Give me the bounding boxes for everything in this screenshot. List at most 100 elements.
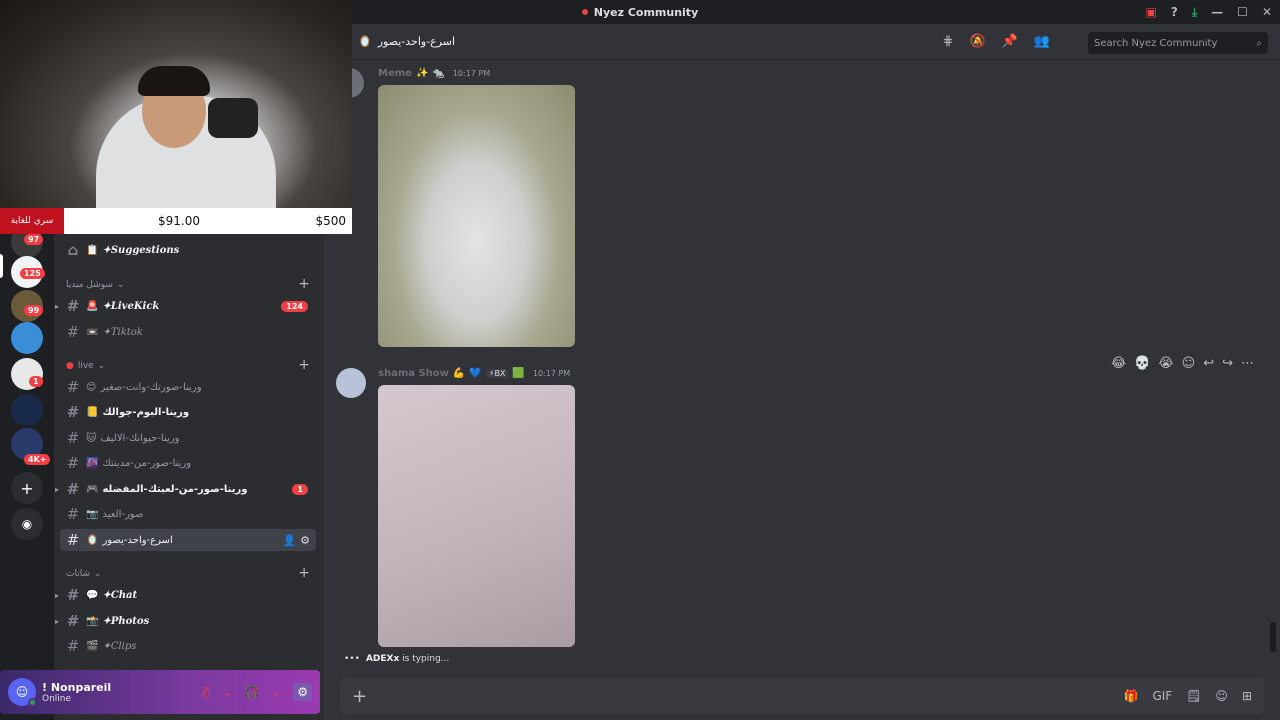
channel-title: اسرع-واحد-يصور (377, 35, 456, 48)
gift-icon[interactable]: 🎁 (1123, 689, 1138, 703)
member-list-icon[interactable]: 👥 (1034, 34, 1050, 49)
forward-icon[interactable]: ↪ (1222, 356, 1233, 371)
server-badge: 97 (24, 234, 44, 245)
minimize-icon[interactable]: — (1211, 5, 1223, 19)
chevron-down-icon: ⌄ (116, 280, 125, 290)
close-icon[interactable]: ✕ (1262, 5, 1272, 19)
apps-icon[interactable]: ⊞ (1242, 689, 1252, 703)
hash-icon: # (66, 323, 80, 341)
sticker-icon[interactable]: 🗒 (1186, 689, 1201, 703)
channel-emoji: 💬 (86, 589, 99, 601)
avatar[interactable] (336, 368, 366, 398)
channel-livekick[interactable]: ▸ # 🚨 ✦LiveKick 124 (55, 295, 316, 317)
category-header[interactable]: ● live ⌄ (66, 361, 105, 371)
channel-phone-album[interactable]: # 📒 ورينا-البوم-جوالك (60, 401, 316, 423)
pin-icon[interactable]: 📌 (1002, 34, 1018, 49)
category-header[interactable]: سوشل ميديا ⌄ (66, 280, 124, 290)
channel-sidebar: ⌂ 📋 ✦Suggestions سوشل ميديا ⌄ + ▸ # 🚨 ✦Li… (54, 232, 324, 720)
channel-eid-photos[interactable]: # 📷 صور-العيد (60, 503, 316, 525)
maximize-icon[interactable]: ☐ (1237, 5, 1248, 19)
window-controls: ▣ ? ⤓ — ☐ ✕ (1146, 0, 1280, 24)
message-author[interactable]: Meme (378, 68, 412, 79)
hash-icon: # (66, 505, 80, 523)
channel-tiktok[interactable]: # 📼 ✦Tiktok (60, 321, 316, 343)
server-badge: 4K+ (24, 454, 51, 465)
hash-icon: # (66, 637, 80, 655)
message-timestamp: 10:17 PM (452, 69, 491, 78)
gif-icon[interactable]: GIF (1152, 689, 1172, 703)
channel-emoji: 🪞 (86, 534, 99, 546)
more-icon[interactable]: ⋯ (1241, 356, 1254, 371)
message-image[interactable] (378, 385, 575, 647)
channel-emoji: 📒 (86, 406, 99, 418)
server-badge: 1 (29, 376, 43, 387)
add-attachment-icon[interactable]: + (352, 686, 367, 707)
reaction-skull-icon[interactable]: 💀 (1134, 356, 1150, 371)
badge-icon: 💪 (452, 368, 466, 379)
chevron-down-icon: ⌄ (94, 569, 102, 579)
channel-fastest-photo[interactable]: # 🪞 اسرع-واحد-يصور 👤 ⚙ (60, 529, 316, 551)
deafen-icon[interactable]: 🎧̸ (244, 685, 259, 699)
message-image[interactable] (378, 85, 575, 347)
reply-icon[interactable]: ↩ (1203, 356, 1214, 371)
gear-icon[interactable]: ⚙ (300, 534, 310, 547)
notification-bell-icon[interactable]: 🔕 (969, 34, 985, 49)
chevron-down-icon[interactable]: ⌄ (271, 685, 281, 699)
create-channel-icon[interactable]: + (298, 276, 310, 292)
channel-suggestions[interactable]: ⌂ 📋 ✦Suggestions (60, 239, 316, 261)
emoji-icon[interactable]: ☺ (1215, 689, 1228, 703)
channel-clips[interactable]: # 🎬 ✦Clips (60, 635, 316, 657)
create-channel-icon[interactable]: + (298, 357, 310, 373)
add-server-icon[interactable]: + (11, 472, 43, 504)
message-input[interactable]: + 🎁 GIF 🗒 ☺ ⊞ (340, 678, 1264, 714)
channel-actions: 👤 ⚙ (283, 534, 310, 547)
mute-mic-icon[interactable]: 🎙̸ (203, 685, 210, 699)
app-icon (581, 9, 588, 15)
mention-badge: 124 (281, 300, 308, 312)
voice-controls: 🎙̸ ⌄ 🎧̸ ⌄ ⚙ (203, 683, 312, 701)
server-icon[interactable] (11, 322, 43, 354)
inbox-icon[interactable]: ▣ (1146, 5, 1157, 19)
user-info[interactable]: ! Nonpareil Online (42, 681, 111, 704)
hash-icon: # (66, 378, 80, 396)
discover-icon[interactable]: ◉ (11, 508, 43, 540)
channel-emoji: 🚨 (86, 300, 99, 312)
clan-tag: ⚡BX (485, 369, 509, 378)
badge-icon: 🐀 (432, 68, 445, 79)
user-settings-icon[interactable]: ⚙ (293, 683, 312, 701)
server-icon[interactable] (11, 394, 43, 426)
donation-current: $91.00 (158, 214, 200, 228)
message-author[interactable]: shama Show (378, 368, 449, 379)
mention-badge: 1 (292, 483, 308, 495)
avatar[interactable]: ☺ (8, 678, 37, 707)
channel-chat[interactable]: ▸ # 💬 ✦Chat (55, 584, 316, 606)
add-reaction-icon[interactable]: ☺ (1182, 356, 1196, 371)
download-icon[interactable]: ⤓ (1192, 5, 1197, 20)
create-channel-icon[interactable]: + (298, 565, 310, 581)
chevron-down-icon: ⌄ (97, 361, 106, 371)
scrollbar-thumb[interactable] (1270, 622, 1276, 652)
donation-goal-bar: سري للغاية $91.00 $500 (0, 208, 352, 234)
channel-city-photos[interactable]: # 🌆 ورينا-صور-من-مدينتك (60, 452, 316, 474)
category-header[interactable]: شاتات ⌄ (66, 569, 102, 579)
help-icon[interactable]: ? (1171, 5, 1178, 19)
chevron-down-icon[interactable]: ⌄ (222, 685, 232, 699)
channel-emoji: 🪞 (358, 35, 372, 48)
user-panel: ☺ ! Nonpareil Online 🎙̸ ⌄ 🎧̸ ⌄ ⚙ (0, 670, 320, 714)
window-title: Nyez Community (593, 5, 699, 19)
channel-emoji: 📷 (86, 508, 99, 520)
search-input[interactable]: Search Nyez Community ⌕ (1088, 32, 1268, 54)
heart-icon: 💙 (469, 368, 482, 379)
reaction-laugh-icon[interactable]: 😂 (1111, 356, 1126, 371)
channel-pets[interactable]: # 🐱 ورينا-حيوانك-الاليف (60, 427, 316, 449)
channel-photos[interactable]: ▸ # 📸 ✦Photos (55, 610, 316, 632)
webcam-hair (138, 66, 210, 96)
reaction-cry-icon[interactable]: 😭 (1158, 356, 1173, 371)
add-member-icon[interactable]: 👤 (283, 534, 297, 547)
channel-emoji: 😊 (86, 381, 97, 393)
threads-icon[interactable]: ⋕ (943, 34, 954, 49)
online-status-icon (28, 698, 37, 707)
channel-favorite-game[interactable]: ▸ # 🎮 ورينا-صور-من-لعبتك-المفضله 1 (55, 478, 316, 500)
channel-childhood-photo[interactable]: # 😊 ورينا-صورتك-وانت-صغير (60, 376, 316, 398)
live-dot-icon: ● (66, 361, 74, 371)
